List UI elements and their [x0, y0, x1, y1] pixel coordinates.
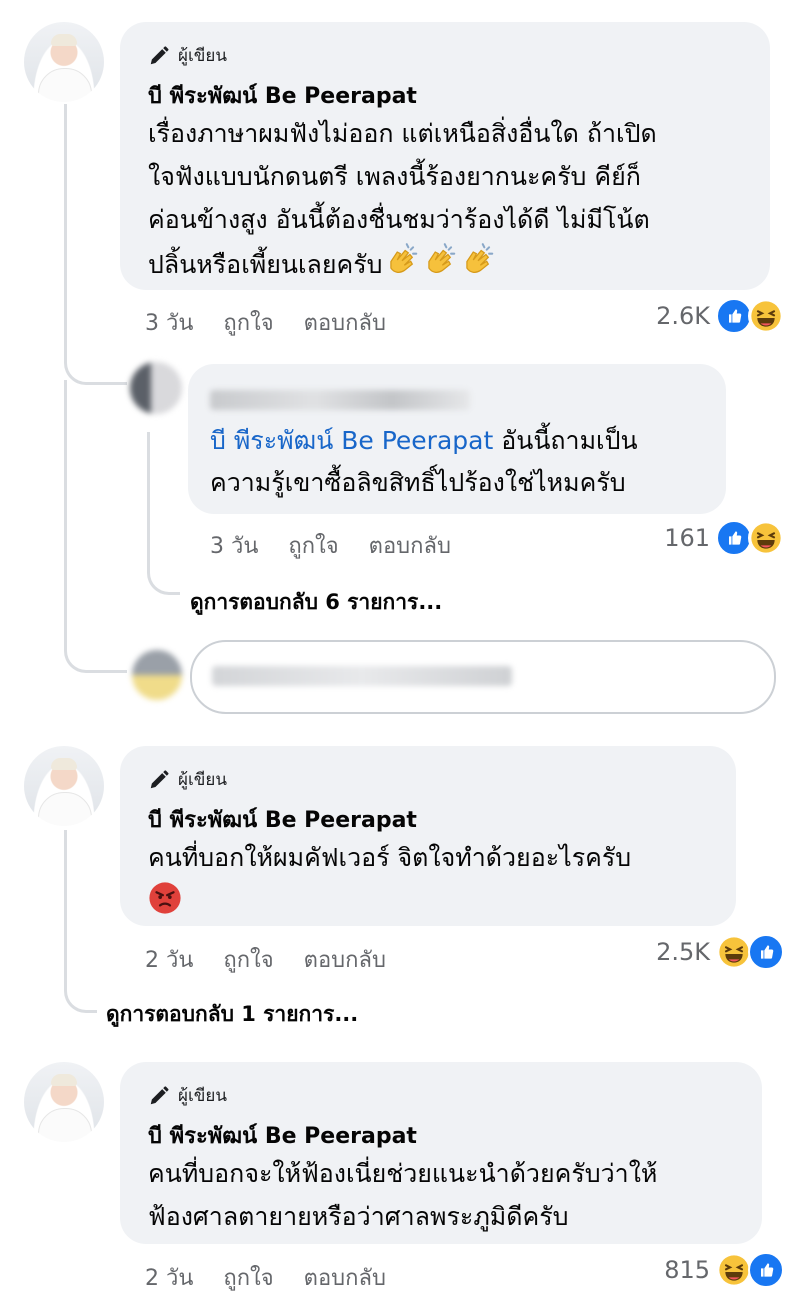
thread-line-main-2: [64, 380, 127, 673]
author-avatar[interactable]: [24, 22, 104, 102]
like-reaction-icon: [716, 298, 752, 334]
reaction-count[interactable]: 815: [620, 1256, 710, 1284]
like-reaction-icon: [748, 1252, 784, 1288]
clap-emoji-icon: [421, 241, 459, 279]
comment-text: คนที่บอกจะให้ฟ้องเนี่ยช่วยแนะนำด้วยครับว…: [148, 1152, 657, 1238]
comment-bubble: ผู้เขียน บี พีระพัฒน์ Be Peerapat คนที่บ…: [120, 1062, 762, 1244]
like-reaction-icon: [716, 520, 752, 556]
author-badge: ผู้เขียน: [148, 42, 227, 69]
reply-button[interactable]: ตอบกลับ: [369, 528, 451, 563]
mention-link[interactable]: บี พีระพัฒน์ Be Peerapat: [210, 426, 493, 455]
pen-icon: [148, 769, 170, 791]
haha-reaction-icon: [748, 520, 784, 556]
comment-bubble: ผู้เขียน บี พีระพัฒน์ Be Peerapat คนที่บ…: [120, 746, 736, 926]
author-avatar[interactable]: [24, 746, 104, 826]
reply-line-rest: อันนี้ถามเป็น: [493, 426, 638, 455]
haha-reaction-icon: [748, 298, 784, 334]
angry-emoji-icon: [148, 881, 182, 915]
thread-line-second: [64, 830, 97, 1013]
author-badge-label: ผู้เขียน: [178, 1086, 227, 1106]
comment-text: เรื่องภาษาผมฟังไม่ออก แต่เหนือสิ่งอื่นใด…: [148, 112, 657, 286]
comment-bubble: ผู้เขียน บี พีระพัฒน์ Be Peerapat เรื่อง…: [120, 22, 770, 290]
pen-icon: [148, 45, 170, 67]
reaction-icons[interactable]: [716, 1252, 784, 1288]
reply-text: บี พีระพัฒน์ Be Peerapat อันนี้ถามเป็น ค…: [210, 420, 638, 504]
reply-time[interactable]: 3 วัน: [210, 528, 258, 563]
comment-line: เรื่องภาษาผมฟังไม่ออก แต่เหนือสิ่งอื่นใด…: [148, 119, 657, 148]
commenter-name[interactable]: บี พีระพัฒน์ Be Peerapat: [148, 802, 417, 837]
reaction-icons[interactable]: [716, 520, 784, 556]
reply-input[interactable]: [190, 640, 776, 714]
comment-line-emoji: [148, 879, 631, 922]
like-button[interactable]: ถูกใจ: [223, 942, 273, 977]
thread-line-reply: [147, 432, 180, 595]
comment-actions: 2 วัน ถูกใจ ตอบกลับ: [145, 942, 416, 977]
haha-reaction-icon: [716, 934, 752, 970]
like-button[interactable]: ถูกใจ: [288, 528, 338, 563]
reply-input-placeholder-blurred: [212, 666, 512, 686]
reply-line: ความรู้เขาซื้อลิขสิทธิ์ไปร้องใช่ไหมครับ: [210, 468, 626, 497]
author-badge-label: ผู้เขียน: [178, 46, 227, 66]
reaction-count[interactable]: 161: [620, 524, 710, 552]
reply-line: บี พีระพัฒน์ Be Peerapat อันนี้ถามเป็น: [210, 420, 638, 462]
comment-time[interactable]: 2 วัน: [145, 1260, 193, 1295]
reply-button[interactable]: ตอบกลับ: [304, 305, 386, 340]
clap-emoji-icon: [383, 241, 421, 279]
like-button[interactable]: ถูกใจ: [223, 305, 273, 340]
clap-emoji-icon: [459, 241, 497, 279]
replier-avatar[interactable]: [130, 362, 182, 414]
commenter-name[interactable]: บี พีระพัฒน์ Be Peerapat: [148, 1118, 417, 1153]
reaction-icons[interactable]: [716, 934, 784, 970]
comment-time[interactable]: 3 วัน: [145, 305, 193, 340]
view-more-replies[interactable]: ดูการตอบกลับ 6 รายการ...: [190, 586, 442, 619]
author-avatar[interactable]: [24, 1062, 104, 1142]
like-reaction-icon: [748, 934, 784, 970]
reply-bubble: บี พีระพัฒน์ Be Peerapat อันนี้ถามเป็น ค…: [188, 364, 726, 514]
comment-line: คนที่บอกจะให้ฟ้องเนี่ยช่วยแนะนำด้วยครับว…: [148, 1159, 658, 1188]
view-more-replies[interactable]: ดูการตอบกลับ 1 รายการ...: [106, 998, 358, 1031]
haha-reaction-icon: [716, 1252, 752, 1288]
comment-line: ค่อนข้างสูง อันนี้ต้องชื่นชมว่าร้องได้ดี…: [148, 205, 650, 234]
pen-icon: [148, 1085, 170, 1107]
comment-line-last: ปลิ้นหรือเพี้ยนเลยครับ: [148, 241, 657, 286]
comment-actions: 3 วัน ถูกใจ ตอบกลับ: [145, 305, 416, 340]
reply-actions: 3 วัน ถูกใจ ตอบกลับ: [210, 528, 481, 563]
reply-button[interactable]: ตอบกลับ: [304, 1260, 386, 1295]
comment-line: ใจฟังแบบนักดนตรี เพลงนี้ร้องยากนะครับ คี…: [148, 162, 641, 191]
comment-line: ฟ้องศาลตายายหรือว่าศาลพระภูมิดีครับ: [148, 1202, 569, 1231]
replier-name-blurred[interactable]: [210, 390, 470, 410]
like-button[interactable]: ถูกใจ: [223, 1260, 273, 1295]
reaction-count[interactable]: 2.5K: [620, 938, 710, 966]
current-user-avatar: [132, 650, 182, 700]
commenter-name[interactable]: บี พีระพัฒน์ Be Peerapat: [148, 78, 417, 113]
comment-time[interactable]: 2 วัน: [145, 942, 193, 977]
author-badge-label: ผู้เขียน: [178, 770, 227, 790]
reply-button[interactable]: ตอบกลับ: [304, 942, 386, 977]
author-badge: ผู้เขียน: [148, 766, 227, 793]
comment-actions: 2 วัน ถูกใจ ตอบกลับ: [145, 1260, 416, 1295]
reaction-icons[interactable]: [716, 298, 784, 334]
thread-line-main: [64, 104, 127, 385]
comment-text: คนที่บอกให้ผมคัฟเวอร์ จิตใจทำด้วยอะไรครั…: [148, 836, 631, 922]
reaction-count[interactable]: 2.6K: [620, 302, 710, 330]
comment-line: คนที่บอกให้ผมคัฟเวอร์ จิตใจทำด้วยอะไรครั…: [148, 843, 632, 872]
comment-line: ปลิ้นหรือเพี้ยนเลยครับ: [148, 250, 383, 279]
author-badge: ผู้เขียน: [148, 1082, 227, 1109]
